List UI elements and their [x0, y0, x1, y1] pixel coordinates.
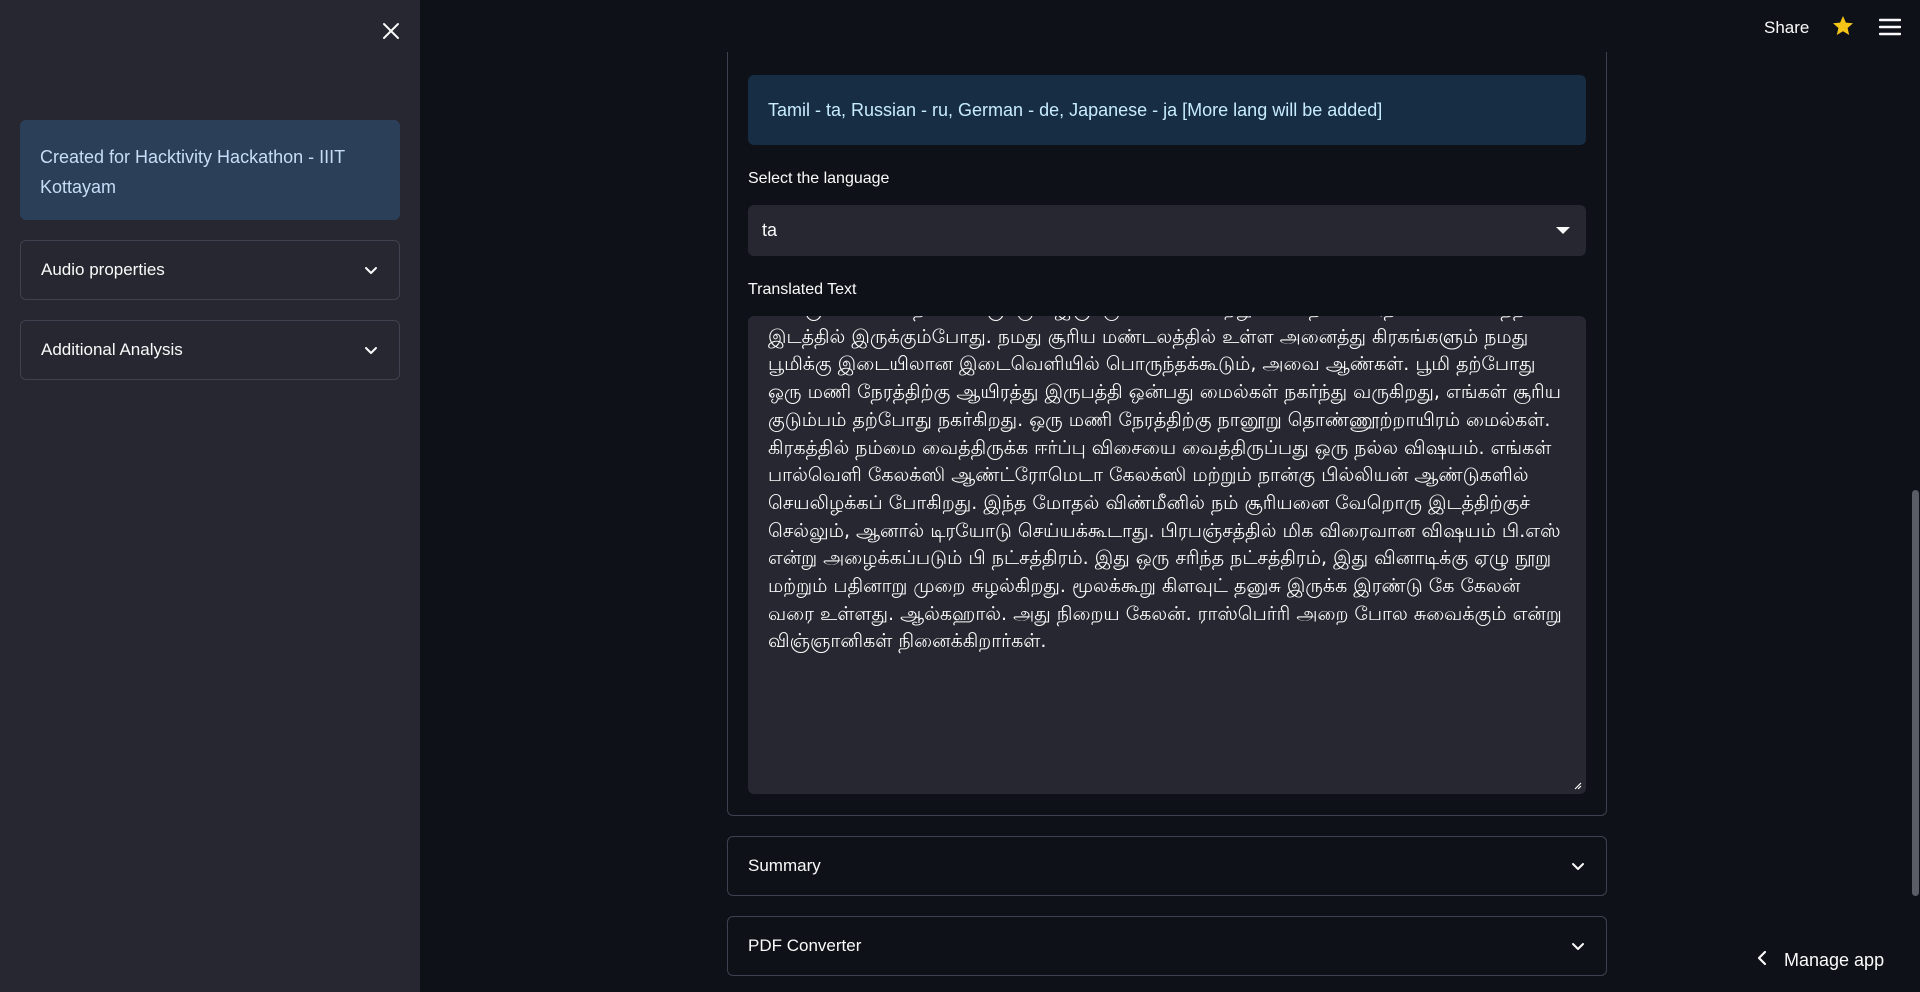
expander-audio-properties[interactable]: Audio properties: [20, 240, 400, 300]
expander-label: Summary: [748, 856, 821, 875]
expander-summary[interactable]: Summary: [727, 836, 1607, 896]
chevron-down-icon: [363, 262, 379, 278]
language-select[interactable]: ta: [748, 205, 1586, 256]
language-info-text: Tamil - ta, Russian - ru, German - de, J…: [768, 99, 1383, 120]
chevron-down-icon: [363, 342, 379, 358]
language-select-value: ta: [762, 220, 778, 240]
info-text: Created for Hacktivity Hackathon - IIIT …: [40, 147, 345, 197]
manage-app-button[interactable]: Manage app: [1756, 950, 1884, 971]
language-info-box: Tamil - ta, Russian - ru, German - de, J…: [748, 75, 1586, 145]
translated-text-label: Translated Text: [748, 281, 857, 298]
expander-label: Audio properties: [41, 260, 165, 279]
translated-text-content: கொருள்ளவைப் நினைவிருக்கும் இருக்கும் உரி…: [768, 316, 1562, 653]
close-icon[interactable]: [378, 18, 404, 44]
resize-grip-icon[interactable]: [1574, 782, 1582, 790]
chevron-left-icon: [1756, 950, 1768, 971]
star-icon[interactable]: [1831, 14, 1855, 38]
chevron-down-icon: [1570, 858, 1586, 874]
expander-label: Additional Analysis: [41, 340, 183, 359]
expander-pdf-converter[interactable]: PDF Converter: [727, 916, 1607, 976]
share-button[interactable]: Share: [1764, 18, 1809, 38]
caret-down-icon: [1556, 227, 1570, 234]
chevron-down-icon: [1570, 938, 1586, 954]
hamburger-menu-icon[interactable]: [1878, 18, 1902, 36]
page-scrollbar-thumb[interactable]: [1912, 490, 1919, 896]
sidebar: Created for Hacktivity Hackathon - IIIT …: [0, 0, 420, 992]
manage-app-label: Manage app: [1784, 950, 1885, 970]
select-language-label: Select the language: [748, 170, 890, 187]
expander-label: PDF Converter: [748, 936, 862, 955]
info-box: Created for Hacktivity Hackathon - IIIT …: [20, 120, 400, 220]
expander-additional-analysis[interactable]: Additional Analysis: [20, 320, 400, 380]
translated-text-area[interactable]: கொருள்ளவைப் நினைவிருக்கும் இருக்கும் உரி…: [748, 316, 1586, 794]
